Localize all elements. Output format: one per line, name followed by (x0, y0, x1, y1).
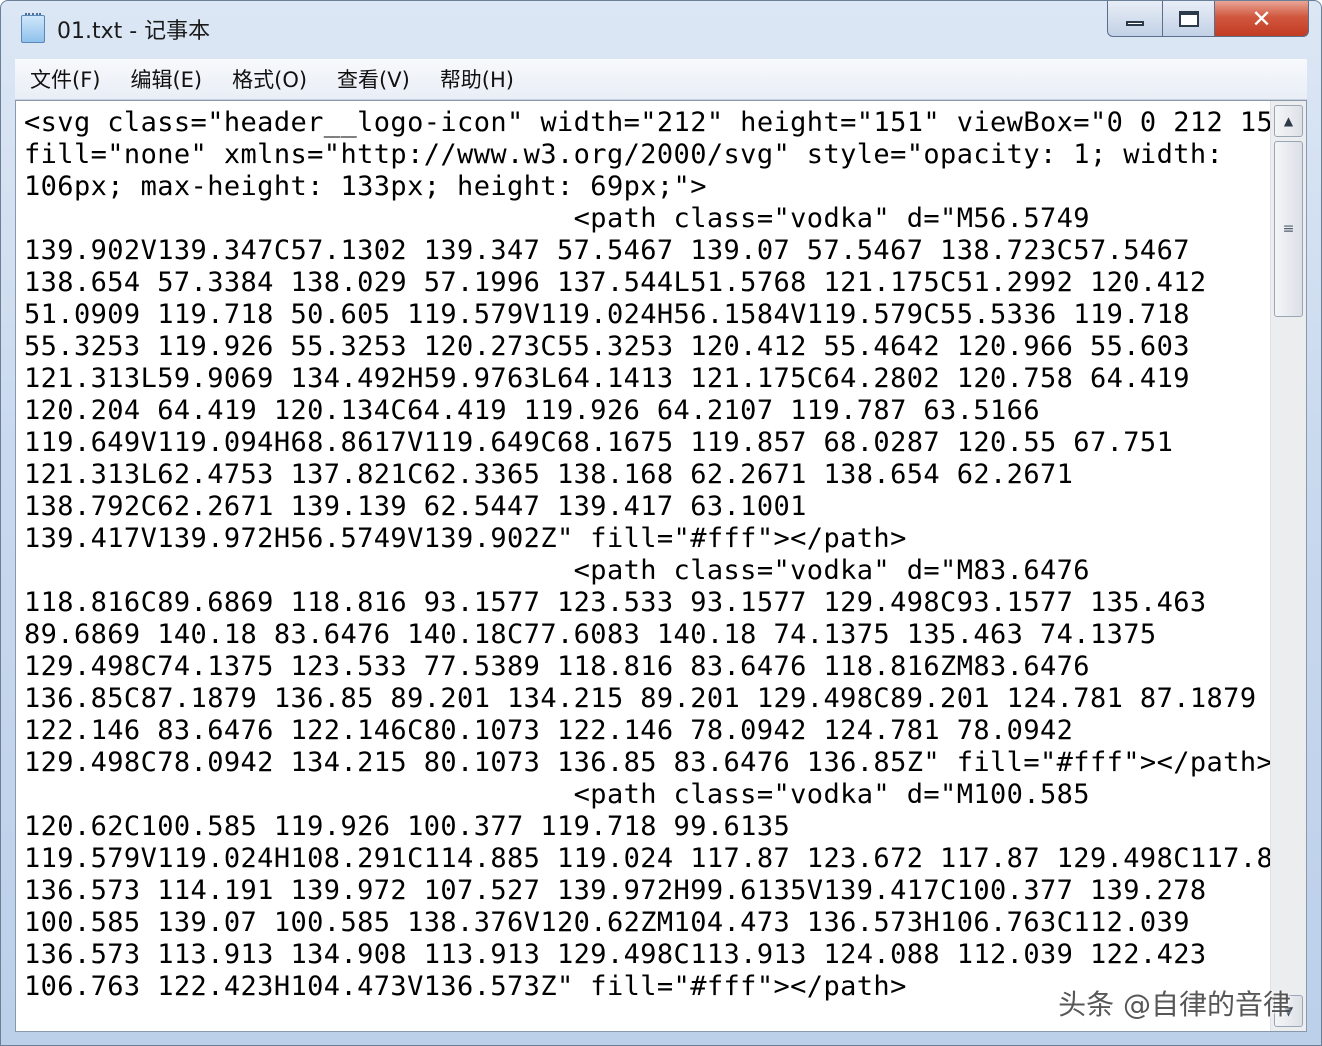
watermark: 头条 @自律的音律 (1058, 988, 1291, 1021)
text-line: 136.85C87.1879 136.85 89.201 134.215 89.… (24, 683, 1257, 714)
text-editor[interactable]: <svg class="header__logo-icon" width="21… (15, 100, 1307, 1032)
text-line: 136.573 113.913 134.908 113.913 129.498C… (24, 939, 1207, 970)
text-line: 120.62C100.585 119.926 100.377 119.718 9… (24, 811, 791, 842)
title-bar[interactable]: 01.txt - 记事本 ✕ (1, 1, 1321, 59)
menu-file[interactable]: 文件(F) (15, 60, 115, 98)
text-line: 118.816C89.6869 118.816 93.1577 123.533 … (24, 587, 1207, 618)
text-line: 120.204 64.419 120.134C64.419 119.926 64… (24, 395, 1040, 426)
text-line: 139.417V139.972H56.5749V139.902Z" fill="… (24, 523, 907, 554)
menu-format[interactable]: 格式(O) (217, 60, 322, 98)
grip-icon: ≡ (1282, 221, 1295, 237)
text-line: 138.654 57.3384 138.029 57.1996 137.544L… (24, 267, 1207, 298)
text-line: 129.498C74.1375 123.533 77.5389 118.816 … (24, 651, 1090, 682)
close-icon: ✕ (1251, 4, 1272, 33)
scroll-up-button[interactable]: ▲ (1274, 105, 1303, 137)
scroll-thumb[interactable]: ≡ (1274, 141, 1303, 317)
text-line: 121.313L62.4753 137.821C62.3365 138.168 … (24, 459, 1074, 490)
minimize-icon (1126, 21, 1144, 26)
menu-help[interactable]: 帮助(H) (425, 60, 529, 98)
notepad-window: 01.txt - 记事本 ✕ 文件(F) 编辑(E) 格式(O) 查看(V) 帮… (0, 0, 1322, 1046)
text-line: <path class="vodka" d="M83.6476 (24, 555, 1090, 586)
text-line: 89.6869 140.18 83.6476 140.18C77.6083 14… (24, 619, 1157, 650)
window-title: 01.txt - 记事本 (57, 19, 211, 44)
maximize-icon (1178, 10, 1199, 27)
text-line: 139.902V139.347C57.1302 139.347 57.5467 … (24, 235, 1190, 266)
close-button[interactable]: ✕ (1215, 1, 1309, 37)
menu-edit[interactable]: 编辑(E) (115, 60, 217, 98)
arrow-up-icon: ▲ (1283, 114, 1294, 128)
vertical-scrollbar[interactable]: ▲ ≡ ▼ (1270, 101, 1306, 1031)
text-line: 138.792C62.2671 139.139 62.5447 139.417 … (24, 491, 807, 522)
text-line: <path class="vodka" d="M100.585 (24, 779, 1090, 810)
menu-view[interactable]: 查看(V) (322, 60, 425, 98)
text-line: 136.573 114.191 139.972 107.527 139.972H… (24, 875, 1207, 906)
notepad-icon[interactable] (21, 13, 45, 43)
text-line: fill="none" xmlns="http://www.w3.org/200… (24, 139, 1224, 170)
minimize-button[interactable] (1107, 1, 1163, 37)
text-line: 55.3253 119.926 55.3253 120.273C55.3253 … (24, 331, 1190, 362)
text-line: 100.585 139.07 100.585 138.376V120.62ZM1… (24, 907, 1190, 938)
text-line: 119.579V119.024H108.291C114.885 119.024 … (24, 843, 1272, 874)
caption-buttons: ✕ (1107, 1, 1309, 39)
text-line: <path class="vodka" d="M56.5749 (24, 203, 1090, 234)
text-line: 122.146 83.6476 122.146C80.1073 122.146 … (24, 715, 1074, 746)
menu-bar: 文件(F) 编辑(E) 格式(O) 查看(V) 帮助(H) (15, 59, 1307, 100)
text-line: 121.313L59.9069 134.492H59.9763L64.1413 … (24, 363, 1190, 394)
text-line: 51.0909 119.718 50.605 119.579V119.024H5… (24, 299, 1190, 330)
text-line: 106px; max-height: 133px; height: 69px;"… (24, 171, 707, 202)
maximize-button[interactable] (1163, 1, 1215, 37)
text-line: 119.649V119.094H68.8617V119.649C68.1675 … (24, 427, 1174, 458)
text-content[interactable]: <svg class="header__logo-icon" width="21… (24, 107, 1272, 1027)
text-line: 129.498C78.0942 134.215 80.1073 136.85 8… (24, 747, 1272, 778)
text-line: <svg class="header__logo-icon" width="21… (24, 107, 1272, 138)
